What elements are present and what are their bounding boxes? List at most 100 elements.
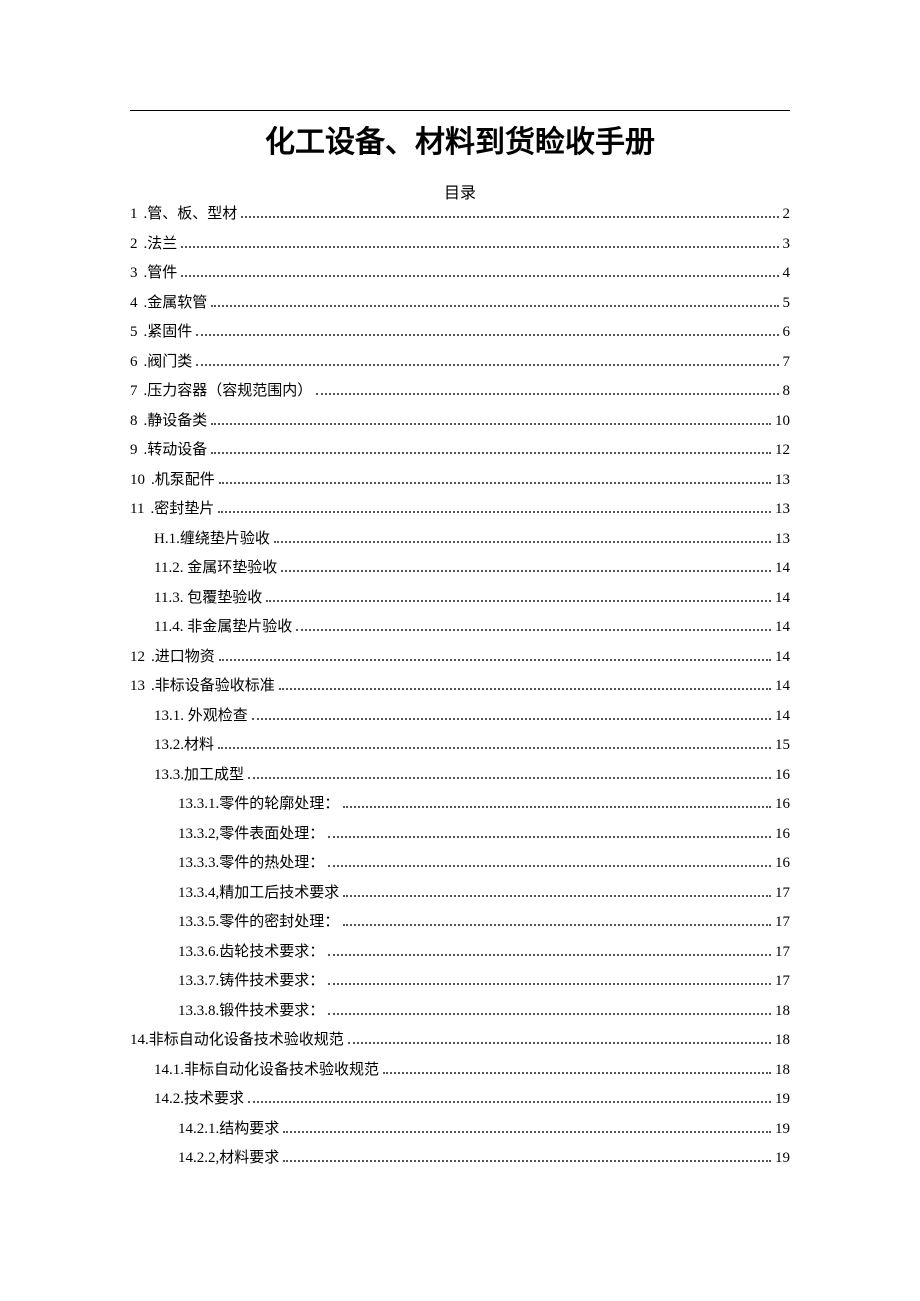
toc-leader-dots [328,1004,771,1015]
toc-page-number: 12 [775,443,790,458]
toc-page-number: 19 [775,1092,790,1107]
toc-number: 7 [130,384,144,399]
toc-label: .转动设备 [144,443,208,458]
toc-leader-dots [211,414,771,425]
toc-leader-dots [218,502,771,513]
toc-page-number: 16 [775,768,790,783]
toc-page-number: 13 [775,473,790,488]
toc-row: 13.2.材料15 [130,738,790,753]
toc-label: 14.2.技术要求 [154,1092,244,1107]
toc-leader-dots [316,384,778,395]
toc-row: 8.静设备类 10 [130,414,790,429]
toc-row: 11.4. 非金属垫片验收14 [130,620,790,635]
toc-page-number: 18 [775,1004,790,1019]
toc-row: 13.3.加工成型 16 [130,768,790,783]
toc-label: .非标设备验收标准 [151,679,275,694]
toc-row: 3.管件4 [130,266,790,281]
toc-label: .静设备类 [144,414,208,429]
toc-label: .机泵配件 [151,473,215,488]
toc-label: .进口物资 [151,650,215,665]
toc-row: 14.2.技术要求 19 [130,1092,790,1107]
toc-label: 13.3.4,精加工后技术要求 [178,886,339,901]
toc-leader-dots [274,532,771,543]
toc-leader-dots [219,650,771,661]
toc-row: 13.3.2,零件表面处理：16 [130,827,790,842]
toc-heading: 目录 [130,179,790,203]
toc-leader-dots [383,1063,771,1074]
toc-number: 13 [130,679,151,694]
toc-number: 6 [130,355,144,370]
toc-label: .紧固件 [144,325,193,340]
toc-page-number: 3 [783,237,791,252]
toc-row: 1.管、板、型材2 [130,207,790,222]
toc-page-number: 16 [775,856,790,871]
toc-row: 12 .进口物资 14 [130,650,790,665]
toc-leader-dots [218,738,771,749]
toc-number: 5 [130,325,144,340]
toc-label: .法兰 [144,237,178,252]
toc-label: 13.3.加工成型 [154,768,244,783]
toc-leader-dots [211,296,778,307]
toc-page-number: 6 [783,325,791,340]
toc-row: 7.压力容器（容规范围内）8 [130,384,790,399]
toc-label: 11.4. 非金属垫片验收 [154,620,292,635]
toc-label: 14.2.1.结构要求 [178,1122,279,1137]
toc-row: 2.法兰 3 [130,237,790,252]
toc-page-number: 17 [775,886,790,901]
toc-leader-dots [181,266,778,277]
toc-label: 13.3.3.零件的热处理： [178,856,324,871]
toc-label: .管件 [144,266,178,281]
toc-leader-dots [296,620,771,631]
toc-label: H.1.缠绕垫片验收 [154,532,270,547]
toc-leader-dots [281,561,771,572]
toc-label: 13.3.1.零件的轮廓处理： [178,797,339,812]
toc-row: 13.3.7.铸件技术要求：17 [130,974,790,989]
toc-page-number: 19 [775,1151,790,1166]
toc-page-number: 4 [783,266,791,281]
toc-page-number: 14 [775,591,790,606]
toc-row: 10 .机泵配件13 [130,473,790,488]
toc-row: 14.2.2,材料要求19 [130,1151,790,1166]
toc-row: 11.3. 包覆垫验收 14 [130,591,790,606]
toc-leader-dots [328,856,771,867]
toc-leader-dots [328,827,771,838]
toc-row: 13.1. 外观检查14 [130,709,790,724]
toc-label: 11.2. 金属环垫验收 [154,561,277,576]
toc-page-number: 18 [775,1033,790,1048]
toc-page-number: 2 [783,207,791,222]
toc-page-number: 8 [783,384,791,399]
toc-leader-dots [348,1033,771,1044]
toc-number: 2 [130,237,144,252]
toc-label: 14.非标自动化设备技术验收规范 [130,1033,344,1048]
toc-leader-dots [211,443,771,454]
toc-page-number: 19 [775,1122,790,1137]
toc-label: 13.3.5.零件的密封处理： [178,915,339,930]
toc-page-number: 17 [775,974,790,989]
toc-number: 12 [130,650,151,665]
toc-page-number: 14 [775,650,790,665]
toc-leader-dots [241,207,778,218]
toc-row: 13.3.1.零件的轮廓处理：16 [130,797,790,812]
toc-number: 4 [130,296,144,311]
toc-page-number: 14 [775,561,790,576]
toc-number: 9 [130,443,144,458]
toc-leader-dots [196,325,778,336]
toc-leader-dots [252,709,771,720]
toc-label: 13.3.8.锻件技术要求： [178,1004,324,1019]
toc-leader-dots [343,915,771,926]
toc-page-number: 10 [775,414,790,429]
toc-row: 13.3.8.锻件技术要求： 18 [130,1004,790,1019]
toc-row: H.1.缠绕垫片验收13 [130,532,790,547]
toc-row: 5.紧固件 6 [130,325,790,340]
toc-row: 13.3.5.零件的密封处理：17 [130,915,790,930]
toc-leader-dots [283,1151,771,1162]
toc-leader-dots [328,974,771,985]
toc-row: 9.转动设备 12 [130,443,790,458]
toc-leader-dots [283,1122,771,1133]
toc-page-number: 13 [775,502,790,517]
toc-page-number: 15 [775,738,790,753]
toc-number: 8 [130,414,144,429]
toc-label: 11.3. 包覆垫验收 [154,591,262,606]
toc-label: 13.1. 外观检查 [154,709,248,724]
toc-row: 6.阀门类7 [130,355,790,370]
